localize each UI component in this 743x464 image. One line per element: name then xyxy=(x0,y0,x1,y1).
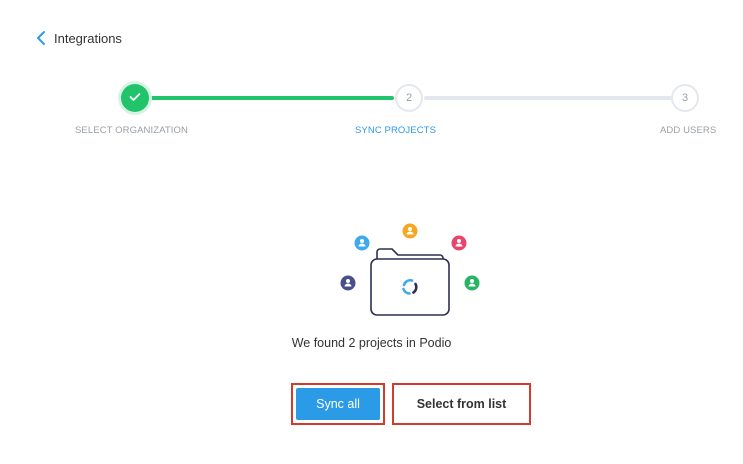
step-2-label: SYNC PROJECTS xyxy=(355,125,437,136)
user-icon xyxy=(402,223,418,239)
action-buttons: Sync all Select from list xyxy=(0,383,743,425)
user-icon xyxy=(464,275,480,291)
step-2-circle: 2 xyxy=(395,84,423,112)
user-icon xyxy=(451,235,467,251)
folder-icon xyxy=(370,248,450,316)
step-3-number: 3 xyxy=(681,92,689,104)
check-icon xyxy=(129,92,141,105)
sync-illustration xyxy=(320,210,500,330)
user-icon xyxy=(354,235,370,251)
stepper-track-completed xyxy=(150,96,394,100)
step-1-label: SELECT ORGANIZATION xyxy=(75,125,188,136)
select-from-list-button[interactable]: Select from list xyxy=(397,388,526,420)
stepper-track-pending xyxy=(424,96,672,100)
user-icon xyxy=(340,275,356,291)
select-from-list-highlight: Select from list xyxy=(392,383,531,425)
sync-all-highlight: Sync all xyxy=(291,383,385,425)
step-1-circle xyxy=(121,84,149,112)
step-2-number: 2 xyxy=(405,92,413,104)
sync-all-button[interactable]: Sync all xyxy=(296,388,380,420)
found-projects-message: We found 2 projects in Podio xyxy=(291,336,452,350)
progress-stepper: 2 3 SELECT ORGANIZATION SYNC PROJECTS AD… xyxy=(0,0,743,150)
step-3-label: ADD USERS xyxy=(660,125,717,136)
step-3-circle: 3 xyxy=(671,84,699,112)
